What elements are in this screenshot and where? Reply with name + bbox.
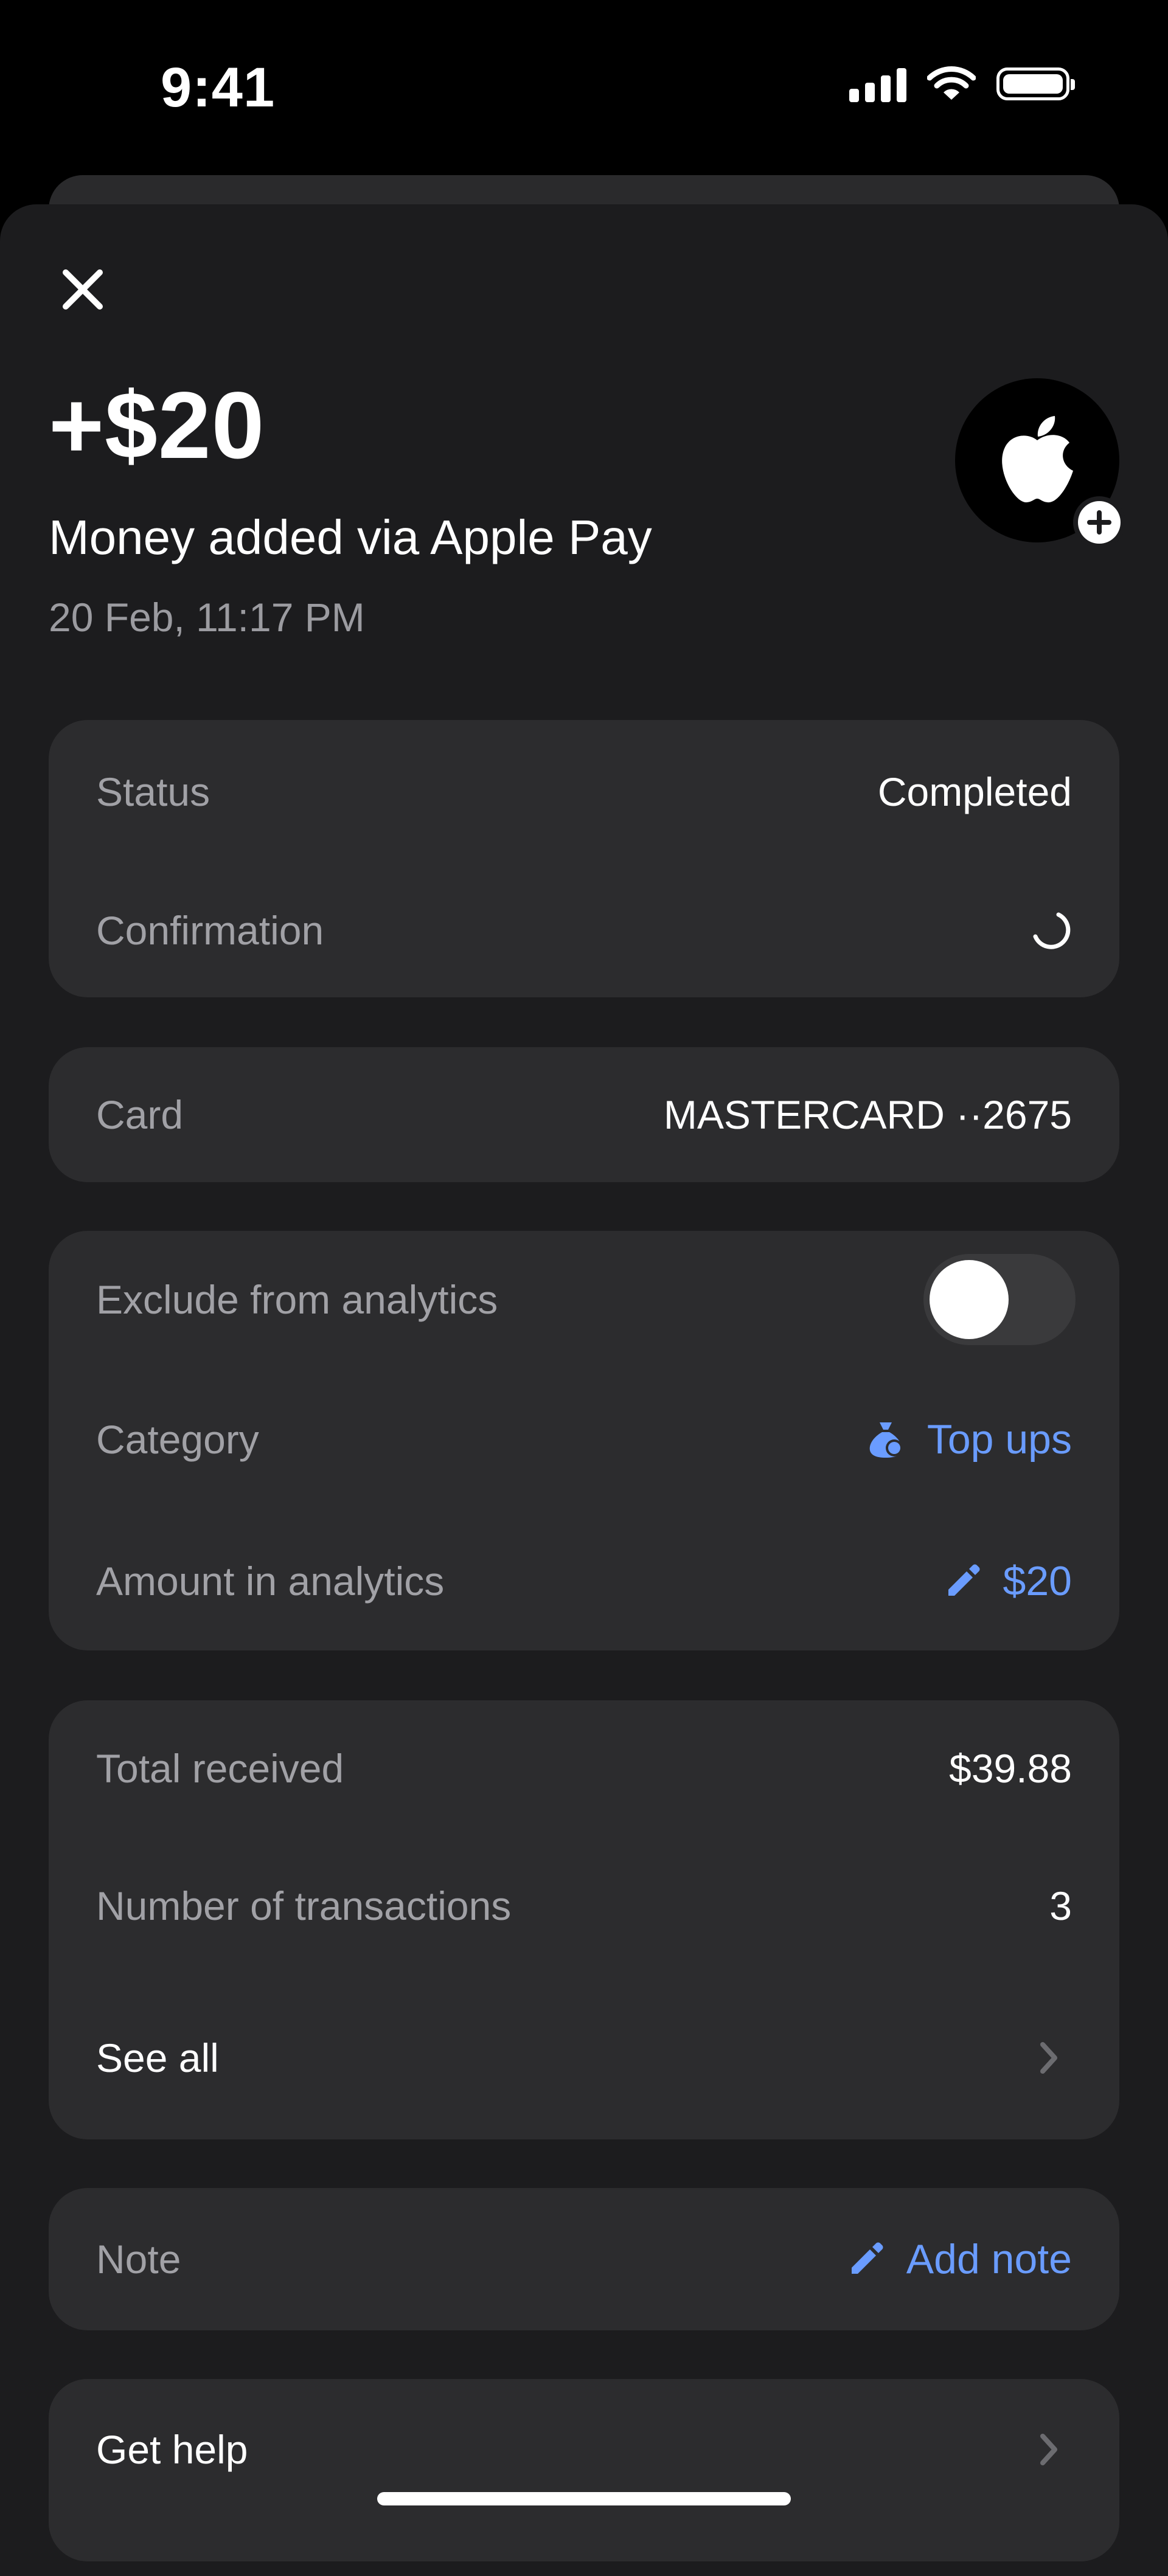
add-note-button[interactable]: Add note — [848, 2235, 1072, 2283]
close-icon — [63, 269, 103, 310]
note-row: Note Add note — [96, 2230, 1072, 2288]
transactions-count-label: Number of transactions — [96, 1883, 512, 1928]
category-value-link[interactable]: Top ups — [866, 1416, 1072, 1463]
amount-analytics-edit-link[interactable]: $20 — [945, 1557, 1072, 1605]
transaction-title: Money added via Apple Pay — [49, 510, 652, 564]
confirmation-label: Confirmation — [96, 908, 324, 953]
total-received-value: $39.88 — [949, 1746, 1072, 1791]
transaction-date: 20 Feb, 11:17 PM — [49, 595, 365, 640]
note-card: Note Add note — [49, 2188, 1119, 2330]
toggle-knob — [930, 1260, 1009, 1339]
add-note-label: Add note — [906, 2236, 1072, 2282]
status-bar: 9:41 — [0, 0, 1168, 176]
transactions-count-row: Number of transactions 3 — [96, 1877, 1072, 1935]
transaction-amount: +$20 — [49, 373, 265, 479]
note-label: Note — [96, 2237, 181, 2282]
amount-analytics-label: Amount in analytics — [96, 1559, 445, 1604]
cellular-signal-icon — [849, 66, 906, 102]
help-card[interactable]: Get help — [49, 2379, 1119, 2561]
plus-icon — [1087, 510, 1111, 535]
help-row[interactable]: Get help — [96, 2420, 1072, 2479]
total-received-label: Total received — [96, 1746, 344, 1791]
help-label: Get help — [96, 2427, 248, 2472]
amount-analytics-value: $20 — [1003, 1558, 1072, 1604]
analytics-card: Exclude from analytics Category Top ups … — [49, 1231, 1119, 1650]
money-bag-icon — [869, 1422, 903, 1458]
battery-icon — [996, 68, 1075, 100]
wifi-icon — [927, 66, 976, 100]
loading-spinner-icon — [1033, 912, 1071, 949]
exclude-analytics-label: Exclude from analytics — [96, 1277, 498, 1322]
see-all-row[interactable]: See all — [96, 2029, 1072, 2087]
total-received-row: Total received $39.88 — [96, 1739, 1072, 1798]
status-value: Completed — [877, 769, 1072, 814]
category-value: Top ups — [926, 1416, 1072, 1463]
status-time: 9:41 — [161, 57, 276, 119]
status-row: Status Completed — [96, 763, 1072, 821]
status-icons — [849, 66, 1075, 102]
exclude-analytics-toggle[interactable] — [923, 1254, 1076, 1345]
confirmation-row: Confirmation — [96, 901, 1072, 960]
transactions-count-value: 3 — [1049, 1883, 1072, 1928]
see-all-label: See all — [96, 2035, 219, 2080]
status-label: Status — [96, 769, 210, 814]
chevron-right-icon — [1040, 2042, 1057, 2074]
card-info-card: Card MASTERCARD ··2675 — [49, 1047, 1119, 1182]
card-row: Card MASTERCARD ··2675 — [96, 1085, 1072, 1144]
pencil-icon — [948, 1564, 980, 1596]
chevron-right-icon — [1040, 2434, 1057, 2465]
exclude-analytics-row: Exclude from analytics — [96, 1231, 1076, 1368]
home-indicator — [377, 2492, 791, 2505]
apple-logo-icon — [1002, 416, 1073, 503]
category-row[interactable]: Category Top ups — [96, 1410, 1072, 1469]
card-label: Card — [96, 1092, 184, 1137]
amount-analytics-row[interactable]: Amount in analytics $20 — [96, 1552, 1072, 1610]
add-badge[interactable] — [1073, 496, 1125, 549]
category-label: Category — [96, 1417, 259, 1462]
summary-card: Total received $39.88 Number of transact… — [49, 1700, 1119, 2139]
close-button[interactable] — [51, 258, 114, 321]
card-value: MASTERCARD ··2675 — [663, 1092, 1072, 1137]
status-card: Status Completed Confirmation — [49, 720, 1119, 997]
pencil-icon — [851, 2242, 883, 2274]
